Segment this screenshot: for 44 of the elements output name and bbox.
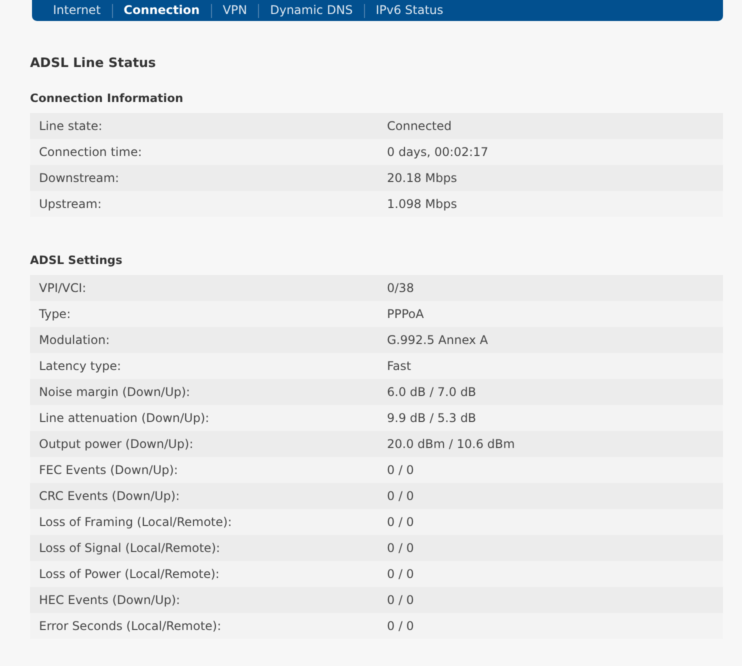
nav-tab[interactable]: Dynamic DNS <box>259 3 364 18</box>
row-label: Noise margin (Down/Up): <box>38 384 192 401</box>
row-label: FEC Events (Down/Up): <box>38 462 179 479</box>
row-label: Connection time: <box>38 144 143 161</box>
row-label: Line state: <box>38 118 104 135</box>
row-value: 0 days, 00:02:17 <box>387 144 488 161</box>
section-heading: ADSL Settings <box>30 252 124 268</box>
row-value: 9.9 dB / 5.3 dB <box>387 410 476 427</box>
nav-tab[interactable]: IPv6 Status <box>364 3 454 18</box>
row-value: 0 / 0 <box>387 540 414 557</box>
row-label: Modulation: <box>38 332 111 349</box>
row-label: CRC Events (Down/Up): <box>38 488 181 505</box>
row-label: Output power (Down/Up): <box>38 436 194 453</box>
row-label: Loss of Signal (Local/Remote): <box>38 540 222 557</box>
page-title: ADSL Line Status <box>30 55 157 73</box>
row-label: Error Seconds (Local/Remote): <box>38 618 222 635</box>
row-value: 0 / 0 <box>387 618 414 635</box>
row-label: Loss of Framing (Local/Remote): <box>38 514 233 531</box>
row-value: PPPoA <box>387 306 424 323</box>
row-label: HEC Events (Down/Up): <box>38 592 182 609</box>
section-heading: Connection Information <box>30 90 184 106</box>
nav-tab[interactable]: VPN <box>212 3 258 18</box>
row-value: 20.18 Mbps <box>387 170 458 187</box>
row-label: Downstream: <box>38 170 120 187</box>
row-label: Type: <box>38 306 72 323</box>
row-value: 1.098 Mbps <box>387 196 458 213</box>
row-value: 0 / 0 <box>387 488 414 505</box>
nav-tab[interactable]: Connection <box>112 3 211 18</box>
row-label: VPI/VCI: <box>38 280 88 297</box>
row-value: 0 / 0 <box>387 566 414 583</box>
row-value: 0 / 0 <box>387 462 414 479</box>
row-label: Latency type: <box>38 358 122 375</box>
row-value: 0/38 <box>387 280 414 297</box>
row-value: 0 / 0 <box>387 592 414 609</box>
nav-tab[interactable]: Internet <box>42 3 112 18</box>
row-value: 0 / 0 <box>387 514 414 531</box>
row-value: 6.0 dB / 7.0 dB <box>387 384 476 401</box>
row-label: Line attenuation (Down/Up): <box>38 410 210 427</box>
row-value: 20.0 dBm / 10.6 dBm <box>387 436 515 453</box>
row-value: G.992.5 Annex A <box>387 332 488 349</box>
row-value: Fast <box>387 358 412 375</box>
row-value: Connected <box>387 118 452 135</box>
row-label: Upstream: <box>38 196 102 213</box>
row-label: Loss of Power (Local/Remote): <box>38 566 220 583</box>
